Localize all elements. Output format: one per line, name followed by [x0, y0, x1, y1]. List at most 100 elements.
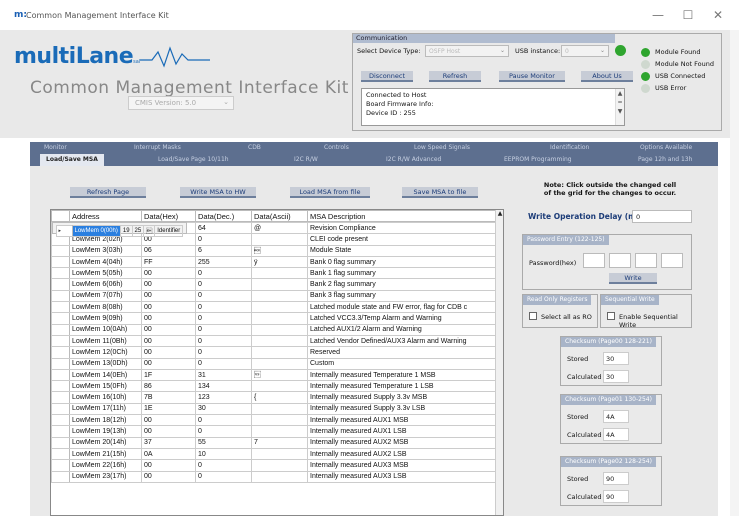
device-type-select[interactable]: OSFP Host ⌄	[425, 45, 509, 57]
ascii-cell[interactable]	[251, 323, 308, 336]
hex-cell[interactable]: 86	[141, 380, 196, 393]
refresh-page-button[interactable]: Refresh Page	[70, 187, 146, 198]
table-row[interactable]: LowMem 6(06h) 00 0 Bank 2 flag summary	[51, 278, 498, 291]
tab-load-save-page-10-11h[interactable]: Load/Save Page 10/11h	[158, 154, 229, 166]
ascii-cell[interactable]	[251, 357, 308, 370]
tab-eeprom-programming[interactable]: EEPROM Programming	[504, 154, 572, 166]
row-indicator[interactable]	[51, 255, 70, 269]
hex-cell[interactable]: 19	[119, 224, 133, 238]
ascii-cell[interactable]: 7	[251, 436, 308, 449]
hex-cell[interactable]: 00	[141, 459, 196, 472]
ascii-cell[interactable]	[251, 402, 308, 416]
dec-cell[interactable]: 0	[195, 357, 252, 370]
usb-instance-select[interactable]: 0 ⌄	[561, 45, 609, 57]
about-us-button[interactable]: About Us	[581, 71, 633, 82]
hex-cell[interactable]: 00	[141, 323, 196, 336]
pause-monitor-button[interactable]: Pause Monitor	[499, 71, 565, 82]
tab-options-available[interactable]: Options Available	[640, 142, 692, 154]
hex-cell[interactable]: 37	[141, 436, 196, 449]
row-indicator[interactable]	[51, 346, 70, 359]
table-row[interactable]: LowMem 4(04h) FF 255 ÿ Bank 0 flag summary	[51, 255, 498, 269]
ascii-cell[interactable]	[251, 267, 308, 280]
dec-cell[interactable]: 0	[195, 459, 252, 472]
ascii-cell[interactable]	[251, 233, 308, 246]
table-row[interactable]: LowMem 14(0Eh) 1F 31 Internally measured T…	[51, 368, 498, 382]
dec-cell[interactable]: 0	[195, 414, 252, 427]
hex-cell[interactable]: 00	[141, 334, 196, 348]
hex-cell[interactable]: 00	[141, 289, 196, 303]
write-delay-input[interactable]: 0	[632, 210, 692, 223]
ascii-cell[interactable]: 	[143, 224, 156, 238]
hex-cell[interactable]: 00	[141, 278, 196, 291]
password-write-button[interactable]: Write	[609, 273, 657, 284]
row-indicator[interactable]	[51, 323, 70, 336]
hex-cell[interactable]: 1F	[141, 368, 196, 382]
hex-cell[interactable]: 00	[141, 425, 196, 438]
tab-monitor[interactable]: Monitor	[44, 142, 67, 154]
hex-cell[interactable]: 00	[141, 301, 196, 314]
dec-cell[interactable]: 255	[195, 255, 252, 269]
column-header[interactable]: Address	[69, 210, 142, 222]
tab-i2c-rw-advanced[interactable]: I2C R/W Advanced	[386, 154, 441, 166]
table-row[interactable]: LowMem 21(15h) 0A 10 Internally measured AU…	[51, 447, 498, 461]
ascii-cell[interactable]	[251, 334, 308, 348]
hex-cell[interactable]: 7B	[141, 391, 196, 404]
row-indicator[interactable]: ▸	[55, 224, 73, 238]
hex-cell[interactable]: FF	[141, 255, 196, 269]
tab-interrupt-masks[interactable]: Interrupt Masks	[134, 142, 181, 154]
hex-cell[interactable]: 06	[141, 244, 196, 257]
dec-cell[interactable]: 0	[195, 346, 252, 359]
hex-cell[interactable]: 00	[141, 414, 196, 427]
table-row[interactable]: LowMem 18(12h) 00 0 Internally measured AUX…	[51, 414, 498, 427]
ascii-cell[interactable]	[251, 301, 308, 314]
table-row[interactable]: LowMem 22(16h) 00 0 Internally measured AUX…	[51, 459, 498, 472]
minimize-button[interactable]: —	[643, 8, 673, 22]
info-scrollbar[interactable]: ▲ ═ ▼	[615, 89, 624, 125]
dec-cell[interactable]: 123	[195, 391, 252, 404]
window-scrollbar[interactable]	[730, 30, 739, 516]
ascii-cell[interactable]: @	[251, 221, 308, 235]
dec-cell[interactable]: 25	[131, 224, 145, 238]
dec-cell[interactable]: 0	[195, 267, 252, 280]
row-indicator[interactable]	[51, 368, 70, 382]
row-indicator[interactable]	[51, 289, 70, 303]
dec-cell[interactable]: 31	[195, 368, 252, 382]
table-row[interactable]: LowMem 12(0Ch) 00 0 Reserved	[51, 346, 498, 359]
dec-cell[interactable]: 0	[195, 470, 252, 483]
tab-identification[interactable]: Identification	[550, 142, 589, 154]
row-indicator[interactable]	[51, 334, 70, 348]
password-byte-1-input[interactable]	[583, 253, 605, 268]
column-header[interactable]: Data(Hex)	[141, 210, 196, 222]
password-byte-2-input[interactable]	[609, 253, 631, 268]
dec-cell[interactable]: 0	[195, 323, 252, 336]
column-header[interactable]: Data(Dec.)	[195, 210, 252, 222]
ascii-cell[interactable]	[251, 380, 308, 393]
dec-cell[interactable]: 55	[195, 436, 252, 449]
dec-cell[interactable]: 6	[195, 244, 252, 257]
load-msa-button[interactable]: Load MSA from file	[290, 187, 370, 198]
hex-cell[interactable]: 00	[141, 357, 196, 370]
table-row[interactable]: LowMem 16(10h) 7B 123{Internally measured …	[51, 391, 498, 404]
ascii-cell[interactable]: 	[251, 244, 308, 257]
row-indicator[interactable]	[51, 312, 70, 325]
hex-cell[interactable]: 0A	[141, 447, 196, 461]
dec-cell[interactable]: 64	[195, 221, 252, 235]
row-indicator[interactable]	[51, 425, 70, 438]
table-row[interactable]: LowMem 3(03h) 06 6  Module State	[51, 244, 498, 257]
column-header[interactable]: MSA Description	[307, 210, 498, 222]
cmis-version-select[interactable]: CMIS Version: 5.0 ⌄	[128, 96, 234, 110]
enable-sequential-write-checkbox[interactable]	[607, 312, 615, 320]
row-indicator[interactable]	[51, 380, 70, 393]
maximize-button[interactable]: ☐	[673, 8, 703, 22]
hex-cell[interactable]: 1E	[141, 402, 196, 416]
tab-controls[interactable]: Controls	[324, 142, 349, 154]
dec-cell[interactable]: 0	[195, 233, 252, 246]
dec-cell[interactable]: 30	[195, 402, 252, 416]
dec-cell[interactable]: 134	[195, 380, 252, 393]
ascii-cell[interactable]	[251, 278, 308, 291]
table-row[interactable]: LowMem 7(07h) 00 0 Bank 3 flag summary	[51, 289, 498, 303]
refresh-button[interactable]: Refresh	[429, 71, 481, 82]
ascii-cell[interactable]: ÿ	[251, 255, 308, 269]
row-indicator[interactable]	[51, 391, 70, 404]
tab-page-12h-13h[interactable]: Page 12h and 13h	[638, 154, 692, 166]
